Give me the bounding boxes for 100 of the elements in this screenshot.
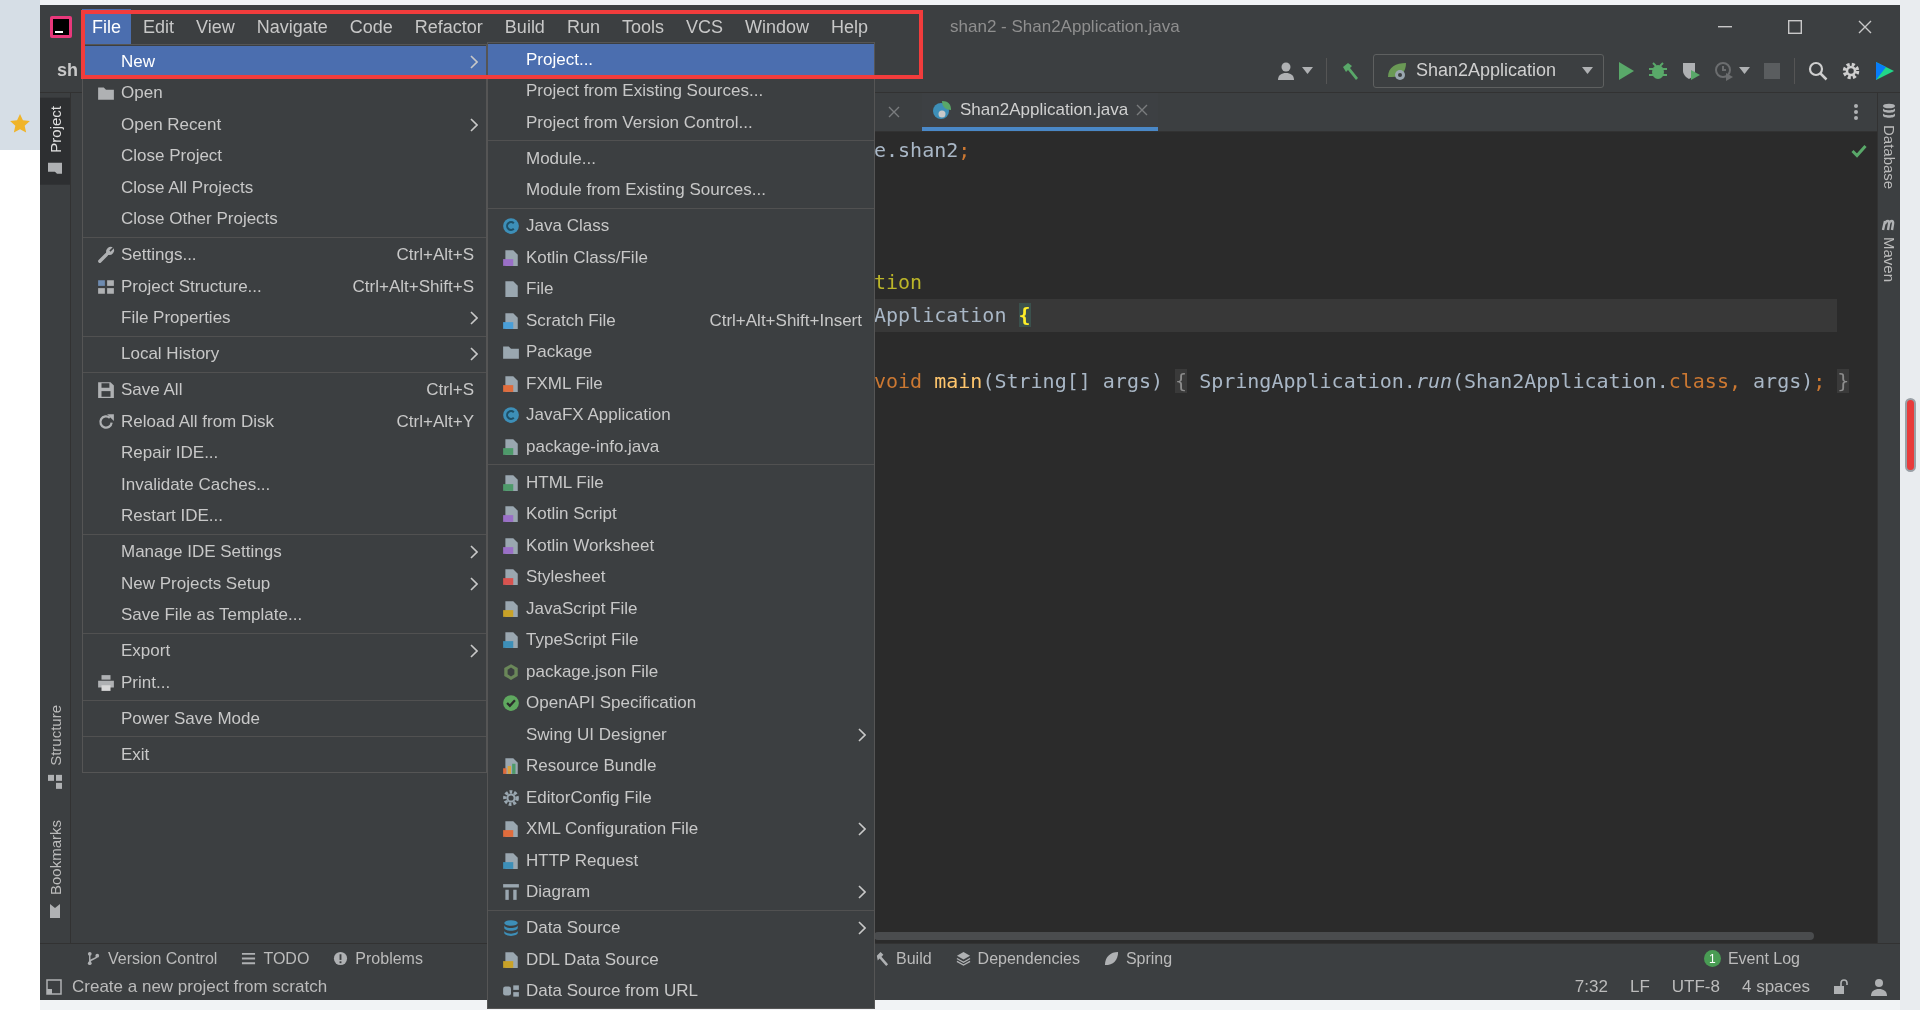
submenu-item[interactable]: JavaFX Application <box>488 399 874 431</box>
menu-item[interactable]: Settings... Ctrl+Alt+S <box>83 239 486 271</box>
submenu-item[interactable]: HTML File <box>488 467 874 499</box>
submenu-item[interactable]: Project from Existing Sources... <box>488 75 874 107</box>
search-icon[interactable] <box>1808 60 1828 81</box>
tool-window-button[interactable]: 1 Event Log <box>1703 949 1800 968</box>
menu-bar-item[interactable]: Navigate <box>246 9 338 45</box>
submenu-item[interactable]: Data Source <box>488 912 874 944</box>
menu-item[interactable]: Repair IDE... <box>83 437 486 469</box>
submenu-item[interactable]: OpenAPI Specification <box>488 687 874 719</box>
menu-item[interactable]: File Properties <box>83 302 486 334</box>
submenu-item[interactable]: FXML File <box>488 368 874 400</box>
person-icon[interactable] <box>1870 977 1888 996</box>
caret-icon[interactable] <box>1739 67 1750 74</box>
submenu-item[interactable]: Diagram <box>488 876 874 908</box>
menu-bar-item[interactable]: Edit <box>133 9 185 45</box>
breadcrumb[interactable]: sh <box>40 60 78 81</box>
tool-window-tab[interactable]: Structure <box>40 697 70 798</box>
menu-item[interactable]: Save All Ctrl+S <box>83 374 486 406</box>
submenu-item[interactable]: XML Configuration File <box>488 813 874 845</box>
run-icon[interactable] <box>1617 60 1635 81</box>
menu-item[interactable]: Close Other Projects <box>83 203 486 235</box>
submenu-item[interactable]: Package <box>488 336 874 368</box>
tool-window-button[interactable]: Build <box>874 949 932 968</box>
menu-bar-item[interactable]: Window <box>734 9 819 45</box>
tool-window-button[interactable]: Dependencies <box>955 949 1080 968</box>
menu-bar-item[interactable]: View <box>186 9 245 45</box>
submenu-item[interactable]: Kotlin Class/File <box>488 242 874 274</box>
submenu-item[interactable]: Java Class <box>488 210 874 242</box>
submenu-item[interactable]: Module... <box>488 143 874 175</box>
menu-bar-item[interactable]: Help <box>821 9 879 45</box>
user-icon[interactable] <box>1276 61 1297 80</box>
menu-item[interactable]: Save File as Template... <box>83 599 486 631</box>
settings-icon[interactable] <box>1841 60 1861 81</box>
tool-window-button[interactable]: Problems <box>333 949 423 968</box>
tool-window-tab[interactable]: Project <box>40 98 70 185</box>
menu-item[interactable]: Export <box>83 635 486 667</box>
menu-item[interactable]: Open <box>83 77 486 109</box>
menu-bar-item[interactable]: Code <box>339 9 403 45</box>
menu-bar-item[interactable]: VCS <box>675 9 733 45</box>
submenu-item[interactable]: DDL Data Source <box>488 944 874 976</box>
lock-icon[interactable] <box>1832 978 1848 995</box>
menu-bar-item[interactable]: Build <box>494 9 555 45</box>
tool-window-tab[interactable]: Maven <box>1878 209 1900 289</box>
submenu-item[interactable]: JavaScript File <box>488 593 874 625</box>
menu-item[interactable]: Close All Projects <box>83 172 486 204</box>
menu-item[interactable]: Restart IDE... <box>83 500 486 532</box>
submenu-item[interactable]: Data Source from URL <box>488 975 874 1007</box>
run-configuration-dropdown[interactable]: Shan2Application <box>1372 53 1604 88</box>
menu-bar-item[interactable]: Run <box>556 9 610 45</box>
tool-window-tab[interactable]: Database <box>1878 97 1900 196</box>
circle-icon <box>502 217 520 236</box>
menu-item[interactable]: Reload All from Disk Ctrl+Alt+Y <box>83 406 486 438</box>
menu-item[interactable]: Open Recent <box>83 109 486 141</box>
menu-bar-item[interactable]: Tools <box>611 9 674 45</box>
submenu-item[interactable]: TypeScript File <box>488 624 874 656</box>
scrollbar-thumb[interactable] <box>1904 398 1916 472</box>
menu-item[interactable]: Close Project <box>83 140 486 172</box>
maximize-icon[interactable] <box>1788 20 1802 34</box>
menu-item[interactable]: Exit <box>83 739 486 771</box>
submenu-item[interactable]: Kotlin Script <box>488 498 874 530</box>
tool-window-button[interactable]: Spring <box>1103 949 1173 968</box>
submenu-item[interactable]: EditorConfig File <box>488 782 874 814</box>
app-logo-icon[interactable] <box>50 16 72 38</box>
menu-item[interactable]: Print... <box>83 667 486 699</box>
submenu-item[interactable]: Project from Version Control... <box>488 107 874 139</box>
caret-icon[interactable] <box>1301 67 1313 74</box>
menu-item[interactable]: Invalidate Caches... <box>83 469 486 501</box>
more-icon[interactable] <box>1853 103 1859 121</box>
status-bar-widget[interactable]: LF <box>1629 976 1650 997</box>
submenu-item[interactable]: Kotlin Worksheet <box>488 530 874 562</box>
close-icon[interactable] <box>1858 20 1872 34</box>
submenu-item[interactable]: Project... <box>488 44 874 76</box>
submenu-item[interactable]: package.json File <box>488 656 874 688</box>
submenu-item[interactable]: Module from Existing Sources... <box>488 174 874 206</box>
submenu-item[interactable]: package-info.java <box>488 431 874 463</box>
bug-icon[interactable] <box>1648 60 1668 81</box>
shield-icon[interactable] <box>1681 60 1701 81</box>
status-bar-widget[interactable]: 4 spaces <box>1741 976 1810 997</box>
submenu-item[interactable]: HTTP Request <box>488 845 874 877</box>
menu-item[interactable]: New <box>83 46 486 78</box>
menu-item[interactable]: Project Structure... Ctrl+Alt+Shift+S <box>83 271 486 303</box>
submenu-item[interactable]: Stylesheet <box>488 561 874 593</box>
status-bar-widget[interactable]: 7:32 <box>1574 976 1608 997</box>
wrench-icon <box>97 246 115 265</box>
menu-bar-item[interactable]: Refactor <box>404 9 493 45</box>
menu-item[interactable]: Power Save Mode <box>83 703 486 735</box>
menu-item[interactable]: Manage IDE Settings <box>83 536 486 568</box>
submenu-item[interactable]: Resource Bundle <box>488 750 874 782</box>
menu-item[interactable]: New Projects Setup <box>83 568 486 600</box>
tool-window-button[interactable]: Version Control <box>86 949 218 968</box>
submenu-item[interactable]: Swing UI Designer <box>488 719 874 751</box>
panel-toggle-icon[interactable] <box>46 978 62 995</box>
status-bar-widget[interactable]: UTF-8 <box>1671 976 1720 997</box>
scrollbar-thumb[interactable] <box>874 932 1814 940</box>
menu-item[interactable]: Local History <box>83 338 486 370</box>
tool-window-button[interactable]: TODO <box>241 949 310 968</box>
logo-icon[interactable] <box>1874 59 1896 82</box>
minimize-icon[interactable] <box>1718 26 1732 28</box>
tool-window-tab[interactable]: Bookmarks <box>40 811 70 927</box>
